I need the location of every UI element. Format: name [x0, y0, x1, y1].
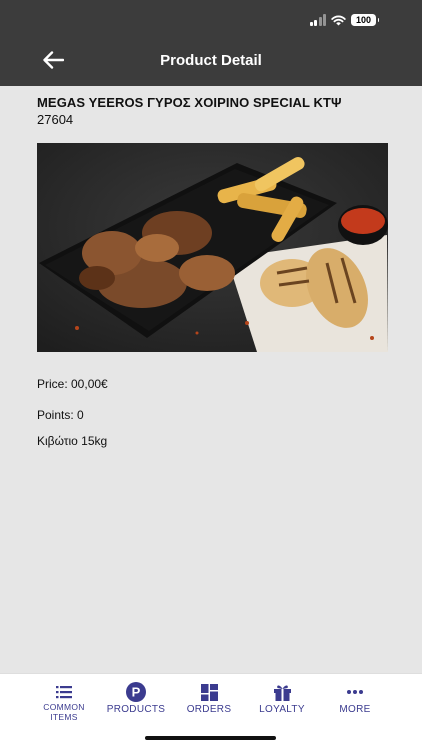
tab-common-items[interactable]: COMMON ITEMS: [29, 682, 99, 722]
package-text: Κιβώτιο 15kg: [37, 434, 108, 448]
tab-products[interactable]: P PRODUCTS: [101, 682, 171, 715]
home-indicator: [145, 736, 276, 740]
svg-text:P: P: [132, 685, 141, 700]
list-icon: [56, 686, 72, 699]
grid-icon: [200, 683, 218, 701]
product-code: 27604: [37, 112, 74, 127]
product-name: MEGAS YEEROS ΓΥΡΟΣ ΧΟΙΡΙΝΟ SPECIAL ΚΤΨ: [37, 95, 342, 110]
tab-label: ORDERS: [186, 704, 232, 715]
tab-more[interactable]: MORE: [320, 682, 390, 715]
p-circle-icon: P: [126, 682, 146, 702]
tab-label: PRODUCTS: [106, 704, 166, 715]
tab-orders[interactable]: ORDERS: [174, 682, 244, 715]
more-dots-icon: [347, 690, 363, 694]
status-bar: 100: [309, 13, 379, 27]
header-bar: 100 Product Detail: [0, 0, 422, 86]
points-text: Points: 0: [37, 408, 84, 422]
back-button[interactable]: [40, 49, 66, 71]
battery-icon: 100: [351, 14, 379, 26]
tab-loyalty[interactable]: LOYALTY: [247, 682, 317, 715]
tab-label: COMMON ITEMS: [43, 702, 85, 722]
signal-icon: [309, 14, 326, 26]
tab-label: MORE: [339, 704, 371, 715]
price-text: Price: 00,00€: [37, 377, 108, 391]
wifi-icon: [331, 15, 346, 26]
page-title: Product Detail: [160, 51, 262, 69]
gift-icon: [273, 685, 291, 701]
arrow-left-icon: [43, 51, 64, 69]
product-image: [37, 143, 388, 352]
tab-label: LOYALTY: [259, 704, 305, 715]
